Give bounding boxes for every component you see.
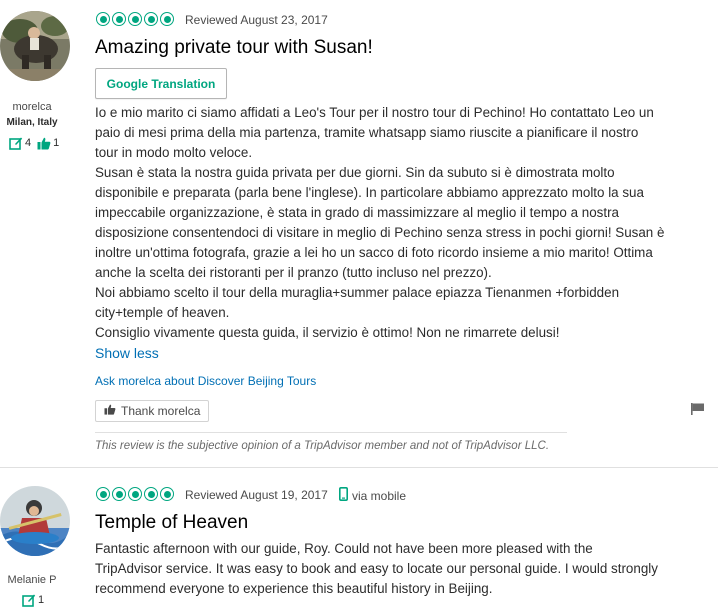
rating-bubble-icon	[144, 487, 158, 501]
review-date: Reviewed August 19, 2017	[185, 488, 328, 502]
review-card: Melanie P 1 Reviewed August 19, 2017 via…	[0, 467, 718, 607]
helpful-vote-count: 1	[53, 137, 60, 149]
review-title[interactable]: Temple of Heaven	[95, 512, 248, 534]
review-paragraph: Noi abbiamo scelto il tour della muragli…	[95, 285, 620, 320]
ask-reviewer-link[interactable]: Ask morelca about Discover Beijing Tours	[95, 374, 316, 388]
contribution-count: 4	[25, 137, 32, 149]
user-location: Milan, Italy	[6, 117, 58, 128]
username[interactable]: morelca	[0, 101, 67, 113]
thank-button-label: Thank morelca	[121, 404, 201, 418]
avatar-photo	[0, 11, 70, 81]
via-mobile: via mobile	[339, 487, 406, 504]
user-stats: 4 1	[9, 136, 59, 150]
google-translation-button[interactable]: Google Translation	[95, 68, 227, 99]
mobile-phone-icon	[339, 487, 349, 504]
bubble-rating-5	[96, 487, 174, 501]
review-pencil-icon	[22, 593, 36, 607]
review-paragraph: Consiglio vivamente questa guida, il ser…	[95, 325, 560, 340]
divider	[95, 432, 567, 433]
review-date: Reviewed August 23, 2017	[185, 13, 328, 27]
review-title[interactable]: Amazing private tour with Susan!	[95, 37, 373, 59]
contribution-count: 1	[38, 594, 45, 606]
rating-bubble-icon	[128, 12, 142, 26]
rating-bubble-icon	[128, 487, 142, 501]
review-disclaimer: This review is the subjective opinion of…	[95, 440, 550, 452]
review-body: Io e mio marito ci siamo affidati a Leo'…	[95, 103, 665, 343]
review-card: morelca Milan, Italy 4 1 Reviewed August…	[0, 0, 718, 467]
thumbs-up-icon	[37, 137, 51, 150]
bubble-rating-5	[96, 12, 174, 26]
user-stats: 1	[22, 593, 44, 607]
rating-bubble-icon	[112, 12, 126, 26]
rating-bubble-icon	[96, 12, 110, 26]
rating-bubble-icon	[112, 487, 126, 501]
via-mobile-label: via mobile	[352, 488, 407, 503]
rating-bubble-icon	[96, 487, 110, 501]
avatar[interactable]	[0, 486, 70, 556]
rating-bubble-icon	[160, 12, 174, 26]
avatar[interactable]	[0, 11, 70, 81]
review-paragraph: Susan è stata la nostra guida privata pe…	[95, 165, 665, 280]
username[interactable]: Melanie P	[0, 574, 67, 586]
avatar-photo	[0, 486, 70, 556]
review-paragraph: Io e mio marito ci siamo affidati a Leo'…	[95, 105, 654, 160]
rating-bubble-icon	[144, 12, 158, 26]
review-body: Fantastic afternoon with our guide, Roy.…	[95, 541, 658, 596]
thank-reviewer-button[interactable]: Thank morelca	[95, 400, 210, 422]
review-pencil-icon	[9, 136, 23, 150]
show-less-link[interactable]: Show less	[95, 345, 159, 361]
report-flag-icon[interactable]	[691, 402, 705, 420]
rating-bubble-icon	[160, 487, 174, 501]
thumbs-up-icon	[104, 404, 116, 418]
